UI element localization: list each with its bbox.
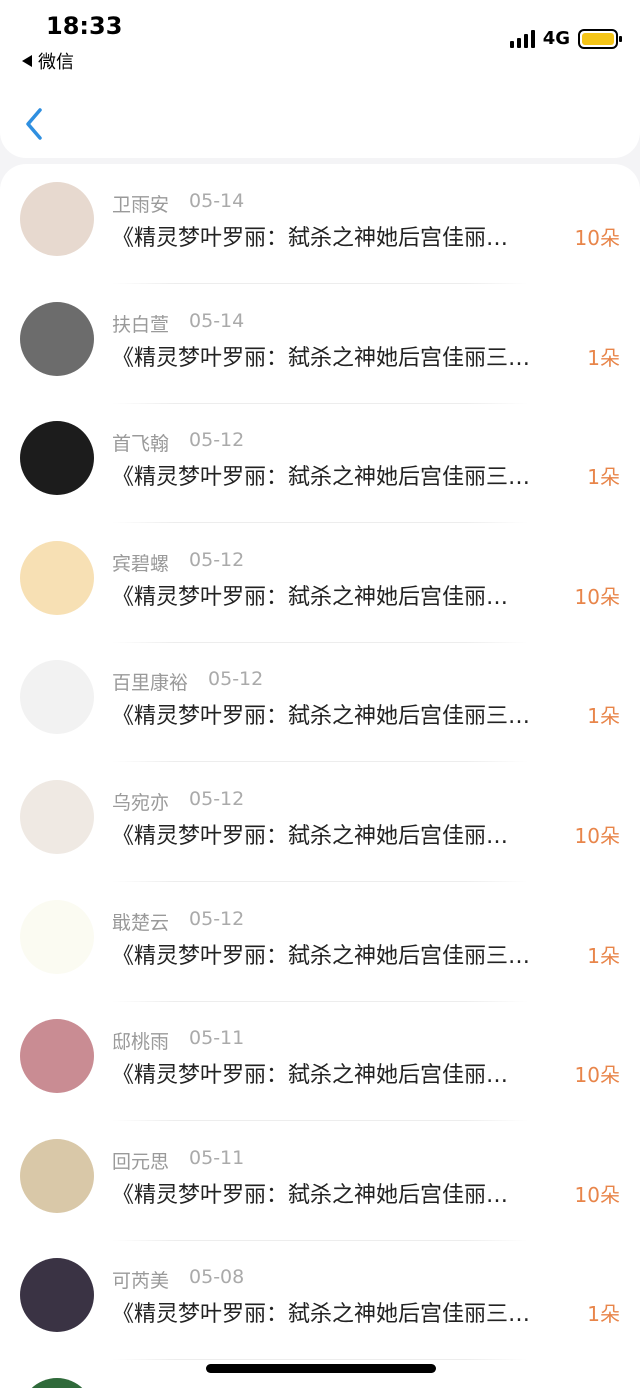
date-label: 05-14 (189, 190, 245, 212)
book-title: 《精灵梦叶罗丽：弑杀之神她后宫佳丽… (112, 1182, 509, 1208)
list-item[interactable]: 乌宛亦 05-12 《精灵梦叶罗丽：弑杀之神她后宫佳丽… 10朵 (0, 762, 640, 882)
user-name: 扶白萱 (112, 313, 170, 336)
date-label: 05-12 (208, 668, 264, 691)
name-line: 可芮美 05-08 (112, 1266, 244, 1293)
name-line: 扶白萱 05-14 (112, 310, 244, 337)
flower-count: 1朵 (587, 704, 620, 729)
list-item[interactable]: 卫雨安 05-14 《精灵梦叶罗丽：弑杀之神她后宫佳丽… 10朵 (0, 164, 640, 284)
flower-count: 1朵 (587, 465, 620, 490)
list-item[interactable]: 首飞翰 05-12 《精灵梦叶罗丽：弑杀之神她后宫佳丽三… 1朵 (0, 403, 640, 524)
back-triangle-icon (22, 55, 32, 67)
date-label: 05-11 (189, 1027, 245, 1050)
chevron-left-icon (26, 108, 42, 140)
flower-count: 10朵 (574, 584, 620, 609)
list-item[interactable]: 可芮美 05-08 《精灵梦叶罗丽：弑杀之神她后宫佳丽三… 1朵 (0, 1240, 640, 1361)
status-icons: 4G (509, 28, 622, 49)
list-item[interactable]: 扶白萱 05-14 《精灵梦叶罗丽：弑杀之神她后宫佳丽三… 1朵 (0, 284, 640, 404)
name-line: 戢楚云 05-12 (112, 908, 244, 935)
user-name: 卫雨安 (112, 194, 170, 216)
avatar[interactable] (20, 899, 94, 974)
name-line: 百里康裕 05-12 (112, 668, 263, 695)
status-time: 18:33 (46, 12, 123, 40)
date-label: 05-11 (189, 1146, 245, 1169)
network-label: 4G (542, 28, 570, 49)
avatar[interactable] (20, 540, 94, 615)
book-title: 《精灵梦叶罗丽：弑杀之神她后宫佳丽三… (112, 465, 531, 491)
name-line: 宾碧螺 05-12 (112, 549, 244, 576)
avatar[interactable] (20, 1019, 94, 1094)
avatar[interactable] (20, 1258, 94, 1333)
list-item[interactable]: 戢楚云 05-12 《精灵梦叶罗丽：弑杀之神她后宫佳丽三… 1朵 (0, 882, 640, 1002)
book-title: 《精灵梦叶罗丽：弑杀之神她后宫佳丽… (112, 226, 509, 251)
book-title: 《精灵梦叶罗丽：弑杀之神她后宫佳丽三… (112, 704, 531, 730)
user-name: 戢楚云 (112, 911, 170, 934)
user-name: 宾碧螺 (112, 552, 170, 575)
avatar[interactable] (20, 780, 94, 854)
user-name: 回元思 (112, 1150, 170, 1173)
flower-count: 1朵 (587, 943, 620, 968)
name-line: 邸桃雨 05-11 (112, 1027, 244, 1054)
avatar[interactable] (20, 1138, 94, 1213)
book-title: 《精灵梦叶罗丽：弑杀之神她后宫佳丽… (112, 824, 509, 849)
user-name: 邸桃雨 (112, 1031, 170, 1054)
user-name: 可芮美 (112, 1270, 170, 1293)
date-label: 05-12 (189, 788, 245, 810)
flower-count: 10朵 (574, 1063, 620, 1088)
book-title: 《精灵梦叶罗丽：弑杀之神她后宫佳丽… (112, 584, 509, 610)
name-line: 首飞翰 05-12 (112, 429, 244, 456)
flower-count: 10朵 (574, 824, 620, 848)
date-label: 05-12 (189, 548, 245, 571)
avatar[interactable] (20, 660, 94, 735)
home-indicator (206, 1364, 436, 1373)
avatar[interactable] (20, 182, 94, 256)
battery-icon (578, 28, 622, 49)
list-item[interactable]: 邸桃雨 05-11 《精灵梦叶罗丽：弑杀之神她后宫佳丽… 10朵 (0, 1001, 640, 1122)
date-label: 05-08 (189, 1266, 245, 1289)
flower-count: 10朵 (574, 1182, 620, 1207)
top-bar: 18:33 微信 4G (0, 0, 640, 158)
list-item[interactable]: 宾碧螺 05-12 《精灵梦叶罗丽：弑杀之神她后宫佳丽… 10朵 (0, 523, 640, 643)
name-line: 乌宛亦 05-12 (112, 788, 244, 815)
user-name: 百里康裕 (112, 672, 189, 695)
book-title: 《精灵梦叶罗丽：弑杀之神她后宫佳丽三… (112, 943, 531, 969)
name-line: 回元思 05-11 (112, 1147, 244, 1174)
list-item[interactable]: 回元思 05-11 《精灵梦叶罗丽：弑杀之神她后宫佳丽… 10朵 (0, 1121, 640, 1241)
signal-icon (509, 29, 535, 48)
avatar[interactable] (20, 301, 94, 376)
flower-count: 1朵 (587, 345, 620, 370)
date-label: 05-12 (189, 429, 245, 452)
gift-record-list: 卫雨安 05-14 《精灵梦叶罗丽：弑杀之神她后宫佳丽… 10朵 扶白萱 05-14 《精灵… (0, 164, 640, 1388)
flower-count: 10朵 (574, 226, 620, 250)
flower-count: 1朵 (587, 1302, 620, 1327)
back-to-app[interactable]: 微信 (22, 48, 74, 74)
user-name: 首飞翰 (112, 433, 170, 456)
date-label: 05-14 (189, 309, 245, 332)
book-title: 《精灵梦叶罗丽：弑杀之神她后宫佳丽三… (112, 345, 531, 371)
list-item[interactable]: 百里康裕 05-12 《精灵梦叶罗丽：弑杀之神她后宫佳丽三… 1朵 (0, 642, 640, 763)
name-line: 卫雨安 05-14 (112, 190, 244, 217)
back-app-label: 微信 (38, 52, 74, 73)
date-label: 05-12 (189, 907, 245, 930)
user-name: 乌宛亦 (112, 792, 170, 814)
book-title: 《精灵梦叶罗丽：弑杀之神她后宫佳丽… (112, 1063, 509, 1089)
separator (112, 1359, 528, 1361)
avatar[interactable] (20, 421, 94, 496)
back-button[interactable] (22, 106, 48, 142)
book-title: 《精灵梦叶罗丽：弑杀之神她后宫佳丽三… (112, 1302, 531, 1328)
